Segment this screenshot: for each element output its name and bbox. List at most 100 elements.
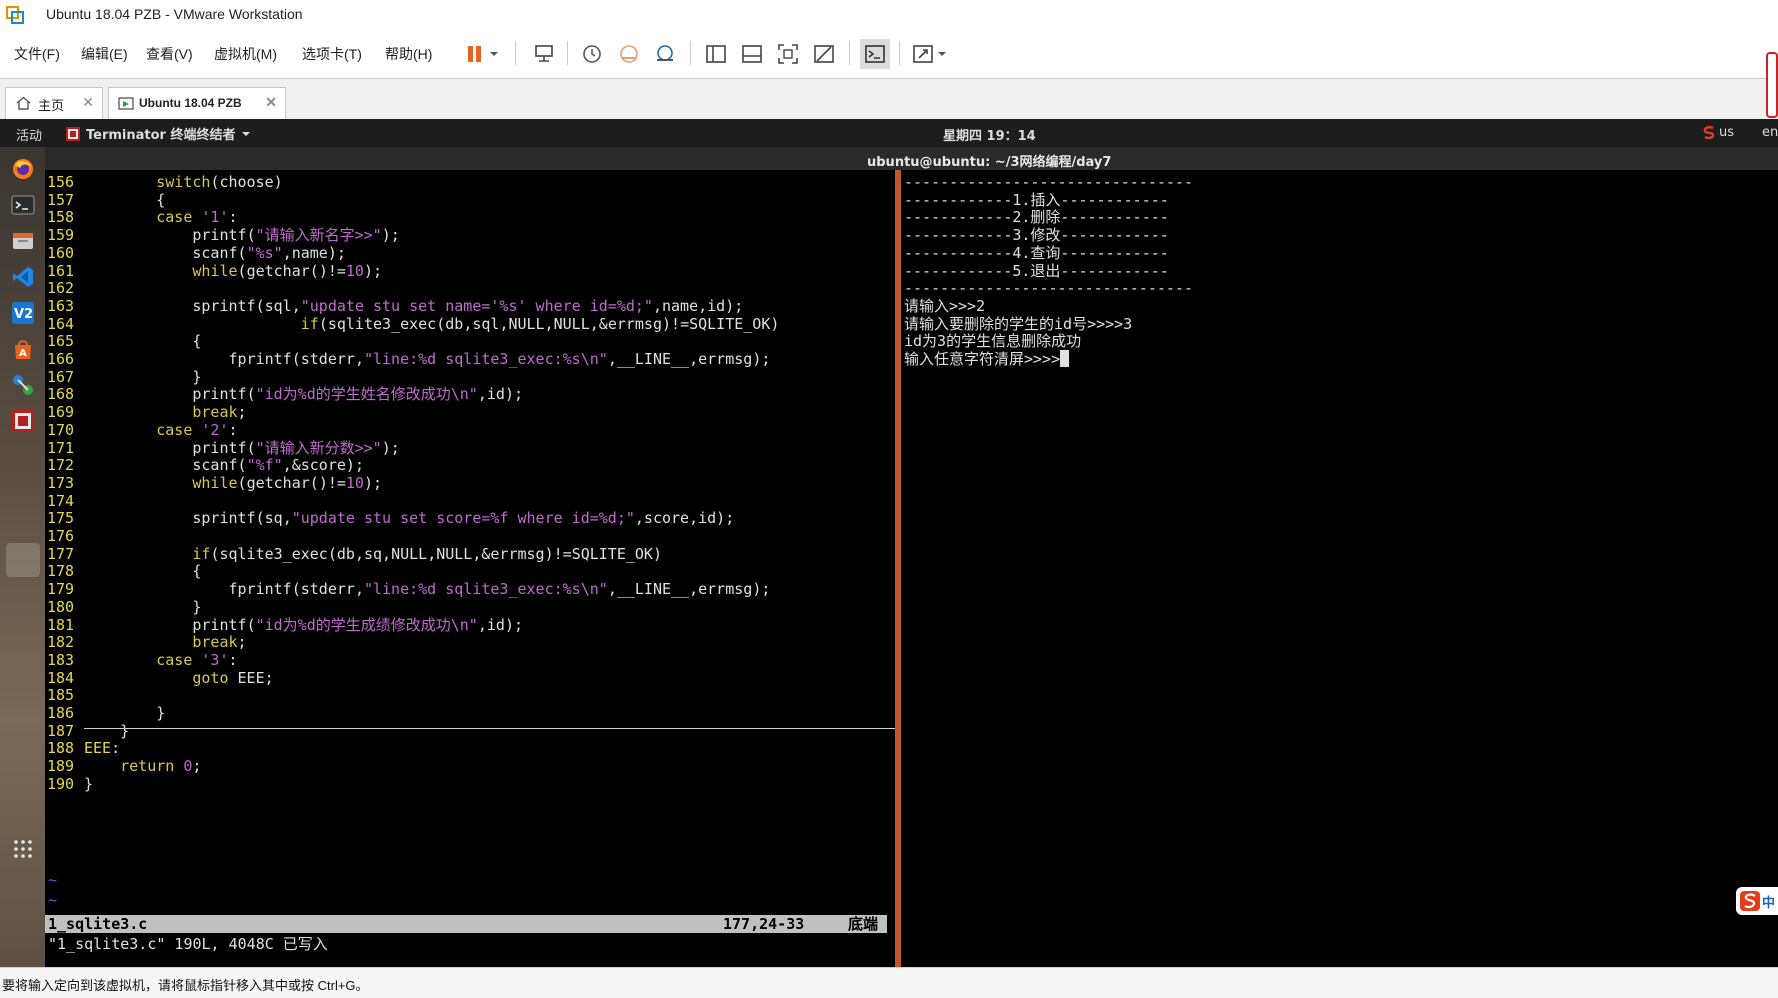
apps-grid-icon[interactable]: [11, 837, 35, 861]
unity-button[interactable]: [811, 41, 837, 67]
pause-dropdown-button[interactable]: [487, 41, 501, 67]
unity-mode-icon: [814, 45, 834, 63]
status-filename: 1_sqlite3.c: [48, 915, 148, 933]
clock[interactable]: 星期四 19：14: [943, 125, 1036, 144]
status-cursor-position: 177,24-33: [723, 915, 805, 933]
ime-mode-label: 中: [1762, 895, 1776, 911]
console-view-button[interactable]: [860, 39, 890, 69]
empty-line-tilde: ~: [48, 871, 58, 889]
activities-button[interactable]: 活动: [16, 125, 42, 144]
cursor-line-underline: [84, 728, 926, 729]
status-hint: 要将输入定向到该虚拟机，请将鼠标指针移入其中或按 Ctrl+G。: [2, 978, 369, 993]
keyboard-layout: us: [1719, 125, 1735, 140]
line-number: 190: [47, 774, 75, 793]
window-title: Ubuntu 18.04 PZB - VMware Workstation: [46, 6, 303, 22]
firefox-icon[interactable]: [11, 157, 35, 181]
sogou-input-icon: [1740, 891, 1760, 911]
fullscreen-icon: [778, 44, 798, 64]
tab-home[interactable]: 主页 ✕: [5, 87, 103, 119]
vscode-icon[interactable]: [11, 265, 35, 289]
expand-icon: [913, 45, 933, 63]
vmware-statusbar: 要将输入定向到该虚拟机，请将鼠标指针移入其中或按 Ctrl+G。: [0, 967, 1778, 998]
code-text: goto EEE;: [192, 668, 274, 687]
close-icon[interactable]: ✕: [265, 94, 277, 111]
terminal-icon[interactable]: [11, 193, 35, 217]
ime-toolbar[interactable]: 中: [1736, 887, 1778, 915]
sogou-input-icon: [1703, 126, 1715, 139]
revert-icon: [620, 45, 638, 63]
tab-home-label: 主页: [38, 98, 65, 113]
show-library-button[interactable]: [703, 41, 729, 67]
pause-button[interactable]: [462, 41, 488, 67]
program-output-pane[interactable]: -------------------------------- --------…: [901, 170, 1778, 967]
toolbar-separator: [567, 41, 568, 65]
vim-pane[interactable]: 156 switch(choose) 157 {158 case '1': 159 …: [45, 170, 926, 967]
bottom-panel-icon: [742, 45, 762, 63]
svg-text:V2: V2: [14, 307, 33, 322]
terminal-titlebar: ubuntu@ubuntu: ~/3网络编程/day7: [45, 147, 1778, 170]
language-indicator[interactable]: en: [1762, 125, 1778, 140]
window-edge-handle[interactable]: [1766, 52, 1778, 118]
code-text: }: [84, 774, 94, 793]
menu-view[interactable]: 查看(V): [146, 44, 193, 64]
guest-screen[interactable]: 活动 Terminator 终端终结者 星期四 19：14 us en V2 A…: [0, 119, 1778, 967]
terminal-title: ubuntu@ubuntu: ~/3网络编程/day7: [867, 155, 1112, 170]
menu-edit[interactable]: 编辑(E): [81, 44, 128, 64]
menubar: 文件(F) 编辑(E) 查看(V) 虚拟机(M) 选项卡(T) 帮助(H): [0, 34, 1778, 72]
toolbar-separator: [515, 41, 516, 65]
revert-snapshot-button[interactable]: [616, 41, 642, 67]
stretch-dropdown-button[interactable]: [935, 41, 949, 67]
code-text: while(getchar()!=10);: [192, 473, 383, 492]
output-line: 输入任意字符清屏>>>>: [904, 349, 1070, 369]
ubuntu-dock: V2 A: [0, 147, 45, 967]
vim-icon[interactable]: V2: [11, 301, 35, 325]
home-icon: [16, 96, 31, 110]
chevron-down-icon: [242, 131, 251, 136]
terminal-cursor: [1060, 350, 1070, 367]
vmware-logo-icon: [6, 6, 24, 24]
menu-help[interactable]: 帮助(H): [385, 44, 432, 64]
ubuntu-top-bar: 活动 Terminator 终端终结者 星期四 19：14 us en: [0, 119, 1778, 147]
show-thumbnail-button[interactable]: [739, 41, 765, 67]
vim-statusline: 1_sqlite3.c 177,24-33 底端: [45, 915, 887, 933]
status-scroll-position: 底端: [848, 915, 879, 933]
chevron-down-icon: [938, 52, 946, 56]
close-icon[interactable]: ✕: [82, 94, 94, 111]
toolbar-separator: [849, 41, 850, 65]
fullscreen-button[interactable]: [775, 41, 801, 67]
clock-snapshot-icon: [583, 45, 601, 63]
snapshot-manager-icon: [657, 45, 673, 61]
code-text: return 0;: [120, 757, 202, 776]
svg-text:A: A: [19, 348, 27, 359]
pause-icon: [468, 46, 481, 62]
menu-tabs[interactable]: 选项卡(T): [302, 44, 362, 64]
stretch-guest-button[interactable]: [910, 41, 936, 67]
app-menu[interactable]: Terminator 终端终结者: [66, 124, 251, 143]
app-menu-label: Terminator 终端终结者: [86, 128, 236, 143]
tab-ubuntu-label: Ubuntu 18.04 PZB: [139, 96, 242, 110]
sidebar-layout-icon: [706, 45, 726, 63]
tab-ubuntu[interactable]: Ubuntu 18.04 PZB ✕: [108, 87, 286, 119]
snapshot-button[interactable]: [579, 41, 605, 67]
toolbar-separator: [899, 41, 900, 65]
network-icon[interactable]: [11, 373, 35, 397]
vm-tab-strip: 主页 ✕ Ubuntu 18.04 PZB ✕: [0, 78, 1778, 119]
snapshot-manager-button[interactable]: [652, 41, 678, 67]
send-ctrl-alt-del-button[interactable]: [531, 41, 557, 67]
menu-vm[interactable]: 虚拟机(M): [214, 44, 277, 64]
software-center-icon[interactable]: A: [11, 337, 35, 361]
keyboard-indicator[interactable]: us: [1703, 125, 1734, 140]
dock-active-highlight: [6, 543, 40, 577]
terminator-app-icon: [66, 126, 80, 141]
console-icon: [865, 45, 885, 63]
window-titlebar: Ubuntu 18.04 PZB - VMware Workstation: [0, 0, 1778, 29]
terminator-icon[interactable]: [11, 409, 35, 433]
chevron-down-icon: [490, 52, 498, 56]
files-icon[interactable]: [11, 229, 35, 253]
vim-message-line: "1_sqlite3.c" 190L, 4048C 已写入: [48, 935, 328, 953]
toolbar-separator: [690, 41, 691, 65]
keyboard-network-icon: [535, 45, 553, 62]
code-text: sprintf(sq,"update stu set score=%f wher…: [192, 509, 735, 528]
empty-line-tilde: ~: [48, 891, 58, 909]
menu-file[interactable]: 文件(F): [14, 44, 60, 64]
